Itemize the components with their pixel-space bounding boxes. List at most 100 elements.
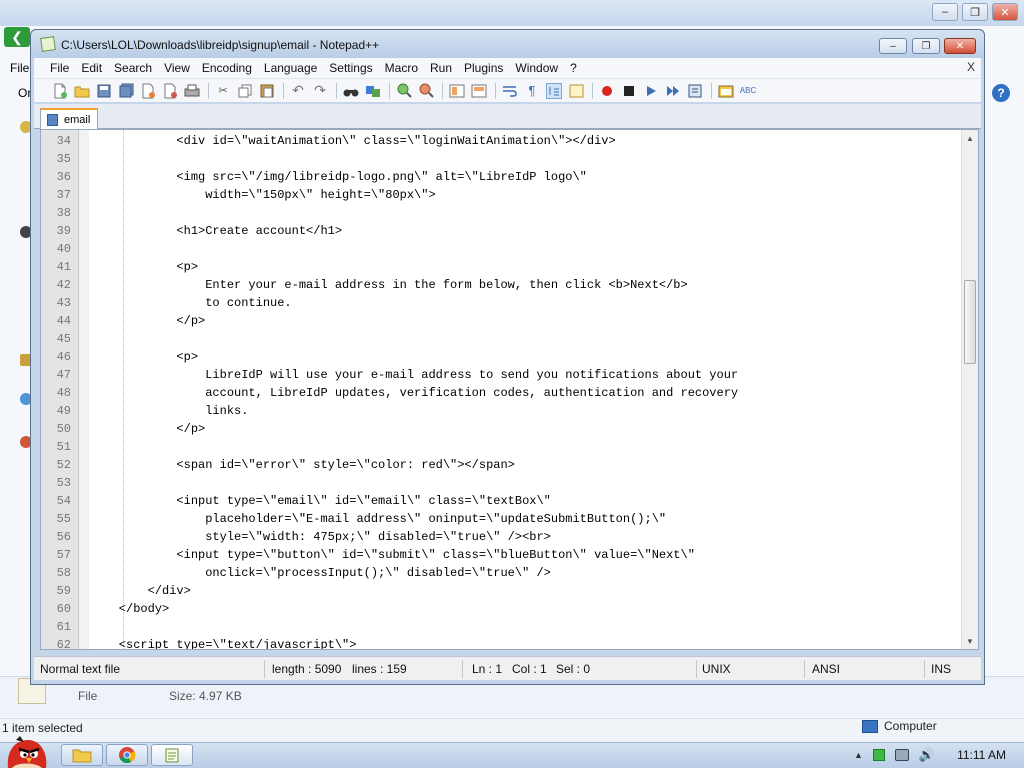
help-icon[interactable]: ?: [992, 84, 1010, 102]
replace-icon[interactable]: [365, 83, 381, 99]
code-line[interactable]: 54 <input type=\"email\" id=\"email\" cl…: [41, 492, 961, 510]
menu-plugins[interactable]: Plugins: [458, 61, 509, 75]
close-button[interactable]: ✕: [944, 38, 976, 54]
code-editor[interactable]: 34 <div id=\"waitAnimation\" class=\"log…: [40, 129, 979, 650]
code-line[interactable]: 62 <script type=\"text/javascript\">: [41, 636, 961, 650]
save-macro-icon[interactable]: [687, 83, 703, 99]
line-text: <p>: [90, 260, 199, 274]
code-line[interactable]: 59 </div>: [41, 582, 961, 600]
menu-macro[interactable]: Macro: [379, 61, 424, 75]
volume-icon[interactable]: 🔊: [919, 747, 935, 763]
show-hidden-icons-icon[interactable]: ▲: [854, 750, 863, 760]
scroll-up-arrow-icon[interactable]: ▲: [962, 130, 978, 146]
code-line[interactable]: 41 <p>: [41, 258, 961, 276]
code-line[interactable]: 55 placeholder=\"E-mail address\" oninpu…: [41, 510, 961, 528]
line-text: <script type=\"text/javascript\">: [90, 638, 357, 650]
run-macro-multiple-icon[interactable]: [665, 83, 681, 99]
code-line[interactable]: 50 </p>: [41, 420, 961, 438]
code-line[interactable]: 60 </body>: [41, 600, 961, 618]
close-document-button[interactable]: X: [967, 60, 975, 74]
taskbar-notepadpp-button[interactable]: [151, 744, 193, 766]
sync-horizontal-icon[interactable]: [471, 83, 487, 99]
launch-browser-icon[interactable]: [718, 83, 734, 99]
indent-guide-icon[interactable]: [546, 82, 562, 99]
tray-app-icon[interactable]: [872, 749, 885, 761]
show-all-characters-icon[interactable]: ¶: [524, 83, 540, 99]
menu-window[interactable]: Window: [509, 61, 564, 75]
code-line[interactable]: 51: [41, 438, 961, 456]
sync-vertical-icon[interactable]: [449, 83, 465, 99]
explorer-back-icon[interactable]: ❮: [4, 27, 30, 47]
scrollbar-thumb[interactable]: [964, 280, 976, 364]
code-line[interactable]: 56 style=\"width: 475px;\" disabled=\"tr…: [41, 528, 961, 546]
menu-encoding[interactable]: Encoding: [196, 61, 258, 75]
status-separator: [804, 660, 805, 678]
code-line[interactable]: 42 Enter your e-mail address in the form…: [41, 276, 961, 294]
zoom-in-icon[interactable]: [396, 83, 412, 99]
record-macro-icon[interactable]: [599, 83, 615, 99]
explorer-minimize-button[interactable]: ‒: [932, 3, 958, 21]
menu-settings[interactable]: Settings: [323, 61, 378, 75]
save-icon[interactable]: [96, 83, 112, 99]
stop-recording-icon[interactable]: [621, 83, 637, 99]
code-line[interactable]: 38: [41, 204, 961, 222]
close-file-icon[interactable]: [140, 83, 156, 99]
word-wrap-icon[interactable]: [502, 83, 518, 99]
code-line[interactable]: 57 <input type=\"button\" id=\"submit\" …: [41, 546, 961, 564]
copy-icon[interactable]: [237, 83, 253, 99]
redo-icon[interactable]: ↷: [312, 82, 328, 99]
code-line[interactable]: 58 onclick=\"processInput();\" disabled=…: [41, 564, 961, 582]
code-line[interactable]: 46 <p>: [41, 348, 961, 366]
taskbar-chrome-button[interactable]: [106, 744, 148, 766]
open-file-icon[interactable]: [74, 83, 90, 99]
menu-view[interactable]: View: [158, 61, 196, 75]
scroll-down-arrow-icon[interactable]: ▼: [962, 633, 978, 649]
menu-search[interactable]: Search: [108, 61, 158, 75]
spell-check-icon[interactable]: ABC: [740, 83, 756, 99]
save-all-icon[interactable]: [118, 83, 134, 99]
code-line[interactable]: 44 </p>: [41, 312, 961, 330]
code-line[interactable]: 36 <img src=\"/img/libreidp-logo.png\" a…: [41, 168, 961, 186]
line-text: LibreIdP will use your e-mail address to…: [90, 368, 739, 382]
vertical-scrollbar[interactable]: ▲ ▼: [961, 130, 978, 649]
status-file-type: Normal text file: [40, 662, 121, 676]
code-line[interactable]: 35: [41, 150, 961, 168]
code-line[interactable]: 34 <div id=\"waitAnimation\" class=\"log…: [41, 132, 961, 150]
explorer-close-button[interactable]: ✕: [992, 3, 1018, 21]
undo-icon[interactable]: ↶: [290, 82, 306, 99]
taskbar-explorer-button[interactable]: [61, 744, 103, 766]
close-all-icon[interactable]: [162, 83, 178, 99]
maximize-button[interactable]: ❐: [912, 38, 940, 54]
tab-email[interactable]: email: [40, 108, 98, 130]
playback-icon[interactable]: [643, 83, 659, 99]
code-line[interactable]: 52 <span id=\"error\" style=\"color: red…: [41, 456, 961, 474]
menu-language[interactable]: Language: [258, 61, 323, 75]
line-number: 52: [56, 458, 71, 472]
code-line[interactable]: 49 links.: [41, 402, 961, 420]
network-icon[interactable]: [894, 749, 909, 761]
user-defined-language-icon[interactable]: [568, 83, 584, 99]
code-line[interactable]: 43 to continue.: [41, 294, 961, 312]
menu-help[interactable]: ?: [564, 61, 583, 75]
code-line[interactable]: 40: [41, 240, 961, 258]
minimize-button[interactable]: ‒: [879, 38, 907, 54]
new-file-icon[interactable]: [52, 83, 68, 99]
code-line[interactable]: 39 <h1>Create account</h1>: [41, 222, 961, 240]
code-line[interactable]: 37 width=\"150px\" height=\"80px\">: [41, 186, 961, 204]
code-line[interactable]: 45: [41, 330, 961, 348]
menu-edit[interactable]: Edit: [75, 61, 108, 75]
code-line[interactable]: 48 account, LibreIdP updates, verificati…: [41, 384, 961, 402]
code-line[interactable]: 53: [41, 474, 961, 492]
cut-icon[interactable]: ✂: [215, 83, 231, 99]
menu-run[interactable]: Run: [424, 61, 458, 75]
print-icon[interactable]: [184, 83, 200, 99]
code-line[interactable]: 61: [41, 618, 961, 636]
code-line[interactable]: 47 LibreIdP will use your e-mail address…: [41, 366, 961, 384]
paste-icon[interactable]: [259, 83, 275, 99]
start-button-angry-bird-icon[interactable]: [2, 728, 50, 768]
taskbar-clock[interactable]: 11:11 AM: [957, 748, 1006, 762]
find-icon[interactable]: [343, 83, 359, 99]
zoom-out-icon[interactable]: [418, 83, 434, 99]
menu-file[interactable]: File: [44, 61, 75, 75]
explorer-maximize-button[interactable]: ❐: [962, 3, 988, 21]
